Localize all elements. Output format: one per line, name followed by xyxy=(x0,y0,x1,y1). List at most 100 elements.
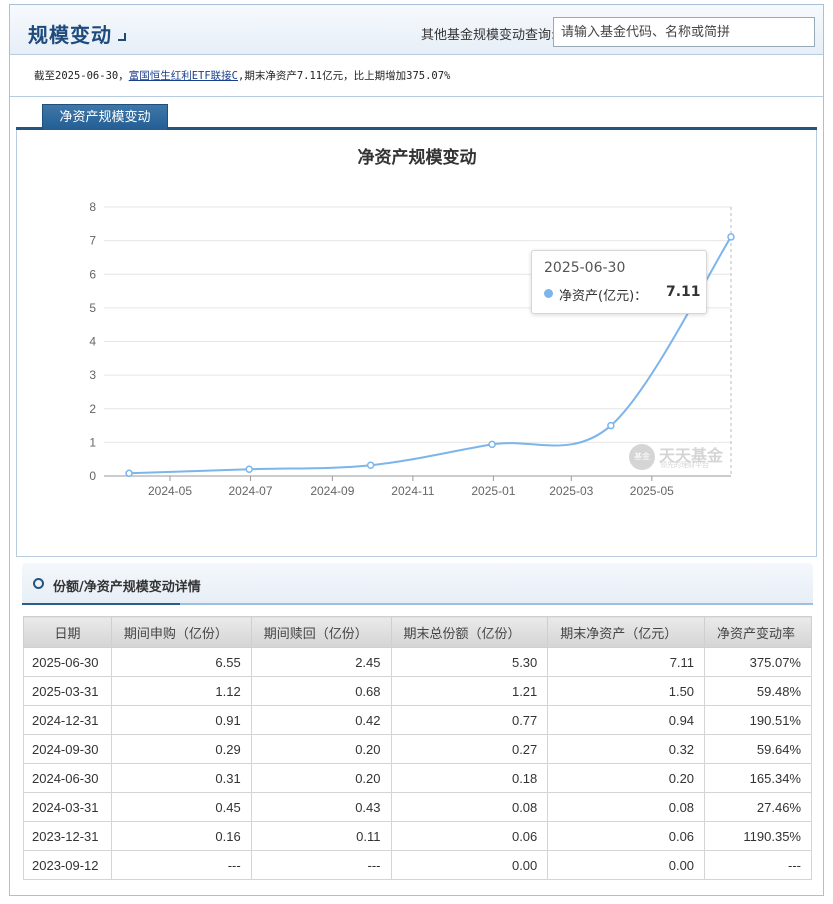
expand-arrow-icon[interactable] xyxy=(118,33,126,41)
x-tick-label: 2024-07 xyxy=(228,484,272,498)
table-cell: 6.55 xyxy=(110,647,252,677)
table-cell: 0.06 xyxy=(547,821,706,851)
table-cell: 0.43 xyxy=(250,792,392,822)
table-cell: 190.51% xyxy=(704,705,812,735)
table-cell: 0.91 xyxy=(110,705,252,735)
y-tick-label: 6 xyxy=(89,267,96,281)
table-cell: 0.08 xyxy=(547,792,706,822)
detail-section-header: 份额/净资产规模变动详情 xyxy=(22,563,813,605)
x-tick-label: 2024-05 xyxy=(148,484,192,498)
table-cell: 0.00 xyxy=(390,850,549,880)
data-point xyxy=(727,233,735,241)
search-label: 其他基金规模变动查询: xyxy=(421,28,556,43)
table-cell: 375.07% xyxy=(704,647,812,677)
y-tick-label: 3 xyxy=(89,368,96,382)
table-cell: 0.06 xyxy=(390,821,549,851)
table-cell: 0.42 xyxy=(250,705,392,735)
table-cell: 2023-09-12 xyxy=(23,850,112,880)
table-cell: 1.21 xyxy=(390,676,549,706)
page-title: 规模变动 xyxy=(28,23,112,47)
column-header: 期间赎回（亿份） xyxy=(250,616,392,648)
table-cell: 0.45 xyxy=(110,792,252,822)
column-header: 期间申购（亿份） xyxy=(110,616,252,648)
table-cell: 0.32 xyxy=(547,734,706,764)
table-cell: 0.11 xyxy=(250,821,392,851)
tooltip-series-label: 净资产(亿元)： xyxy=(559,289,648,304)
detail-table: 日期 期间申购（亿份） 期间赎回（亿份） 期末总份额（亿份） 期末净资产（亿元） 净资产变… xyxy=(23,616,812,880)
table-cell: 0.18 xyxy=(390,763,549,793)
y-tick-label: 7 xyxy=(89,234,96,248)
chart-grid xyxy=(104,206,732,476)
x-tick-label: 2025-05 xyxy=(630,484,674,498)
column-header: 净资产变动率 xyxy=(704,616,812,648)
table-cell: 0.29 xyxy=(110,734,252,764)
table-cell: 0.20 xyxy=(547,763,706,793)
y-tick-label: 2 xyxy=(89,402,96,416)
data-point xyxy=(366,461,375,469)
column-header: 期末总份额（亿份） xyxy=(390,616,549,648)
table-row: 2023-12-31 0.16 0.11 0.06 0.06 1190.35% xyxy=(23,821,812,851)
tooltip-value: 7.11 xyxy=(666,284,701,300)
series-dot-icon xyxy=(544,289,553,298)
table-row: 2024-06-30 0.31 0.20 0.18 0.20 165.34% xyxy=(23,763,812,793)
section-underline xyxy=(22,603,180,605)
x-tick-label: 2025-01 xyxy=(471,484,515,498)
summary-suffix: ,期末净资产7.11亿元，比上期增加375.07% xyxy=(238,70,451,82)
table-cell: 2023-12-31 xyxy=(23,821,112,851)
table-cell: 2024-12-31 xyxy=(23,705,112,735)
table-row: 2024-03-31 0.45 0.43 0.08 0.08 27.46% xyxy=(23,792,812,822)
table-header-row: 日期 期间申购（亿份） 期间赎回（亿份） 期末总份额（亿份） 期末净资产（亿元） 净资产变… xyxy=(23,616,812,648)
y-tick-label: 5 xyxy=(89,301,96,315)
column-header: 日期 xyxy=(23,616,112,648)
tab-net-asset-change[interactable]: 净资产规模变动 xyxy=(42,104,168,130)
table-cell: 0.16 xyxy=(110,821,252,851)
data-point xyxy=(125,469,133,478)
table-cell: 2024-09-30 xyxy=(23,734,112,764)
table-cell: --- xyxy=(704,850,812,880)
tooltip-date: 2025-06-30 xyxy=(544,260,626,276)
x-tick-label: 2025-03 xyxy=(549,484,593,498)
x-tick-label: 2024-09 xyxy=(310,484,354,498)
net-asset-chart: 净资产规模变动 0 1 2 3 4 5 6 7 8 2024-05 2024-07 2024-09 20… xyxy=(89,147,735,498)
table-row: 2025-06-30 6.55 2.45 5.30 7.11 375.07% xyxy=(23,647,812,677)
table-cell: 0.27 xyxy=(390,734,549,764)
table-cell: 0.31 xyxy=(110,763,252,793)
watermark-subtext: 领先的理财平台 xyxy=(660,461,709,469)
data-point xyxy=(607,421,615,430)
watermark-badge: 基金 xyxy=(629,444,655,470)
y-tick-label: 4 xyxy=(89,335,96,349)
circle-bullet-icon xyxy=(33,578,44,589)
chart-title: 净资产规模变动 xyxy=(358,147,477,168)
y-tick-label: 1 xyxy=(89,435,96,449)
table-cell: 1190.35% xyxy=(704,821,812,851)
table-cell: 59.48% xyxy=(704,676,812,706)
table-cell: 2024-03-31 xyxy=(23,792,112,822)
table-cell: 27.46% xyxy=(704,792,812,822)
table-cell: --- xyxy=(250,850,392,880)
table-cell: 2024-06-30 xyxy=(23,763,112,793)
table-cell: 165.34% xyxy=(704,763,812,793)
detail-title: 份额/净资产规模变动详情 xyxy=(53,580,201,595)
table-row: 2024-12-31 0.91 0.42 0.77 0.94 190.51% xyxy=(23,705,812,735)
table-body: 2025-06-30 6.55 2.45 5.30 7.11 375.07% 2025-03… xyxy=(23,647,812,880)
table-row: 2024-09-30 0.29 0.20 0.27 0.32 59.64% xyxy=(23,734,812,764)
table-row: 2023-09-12 --- --- 0.00 0.00 --- xyxy=(23,850,812,880)
table-cell: 0.94 xyxy=(547,705,706,735)
table-cell: --- xyxy=(110,850,252,880)
table-cell: 2.45 xyxy=(250,647,392,677)
column-header: 期末净资产（亿元） xyxy=(547,616,706,648)
fund-search-input[interactable] xyxy=(553,17,815,47)
table-cell: 59.64% xyxy=(704,734,812,764)
fund-name-link[interactable]: 富国恒生红利ETF联接C xyxy=(129,70,238,82)
table-row: 2025-03-31 1.12 0.68 1.21 1.50 59.48% xyxy=(23,676,812,706)
fund-scale-panel: 规模变动 其他基金规模变动查询: 截至2025-06-30，富国恒生红利ETF联… xyxy=(9,4,824,896)
header-bar: 规模变动 其他基金规模变动查询: xyxy=(10,5,823,55)
table-cell: 0.08 xyxy=(390,792,549,822)
table-cell: 1.50 xyxy=(547,676,706,706)
data-point xyxy=(245,465,253,474)
data-point xyxy=(488,440,496,449)
chart-tooltip: 2025-06-30 净资产(亿元)： 7.11 xyxy=(531,250,707,314)
table-cell: 2025-06-30 xyxy=(23,647,112,677)
y-tick-label: 0 xyxy=(89,469,96,483)
table-cell: 5.30 xyxy=(390,647,549,677)
